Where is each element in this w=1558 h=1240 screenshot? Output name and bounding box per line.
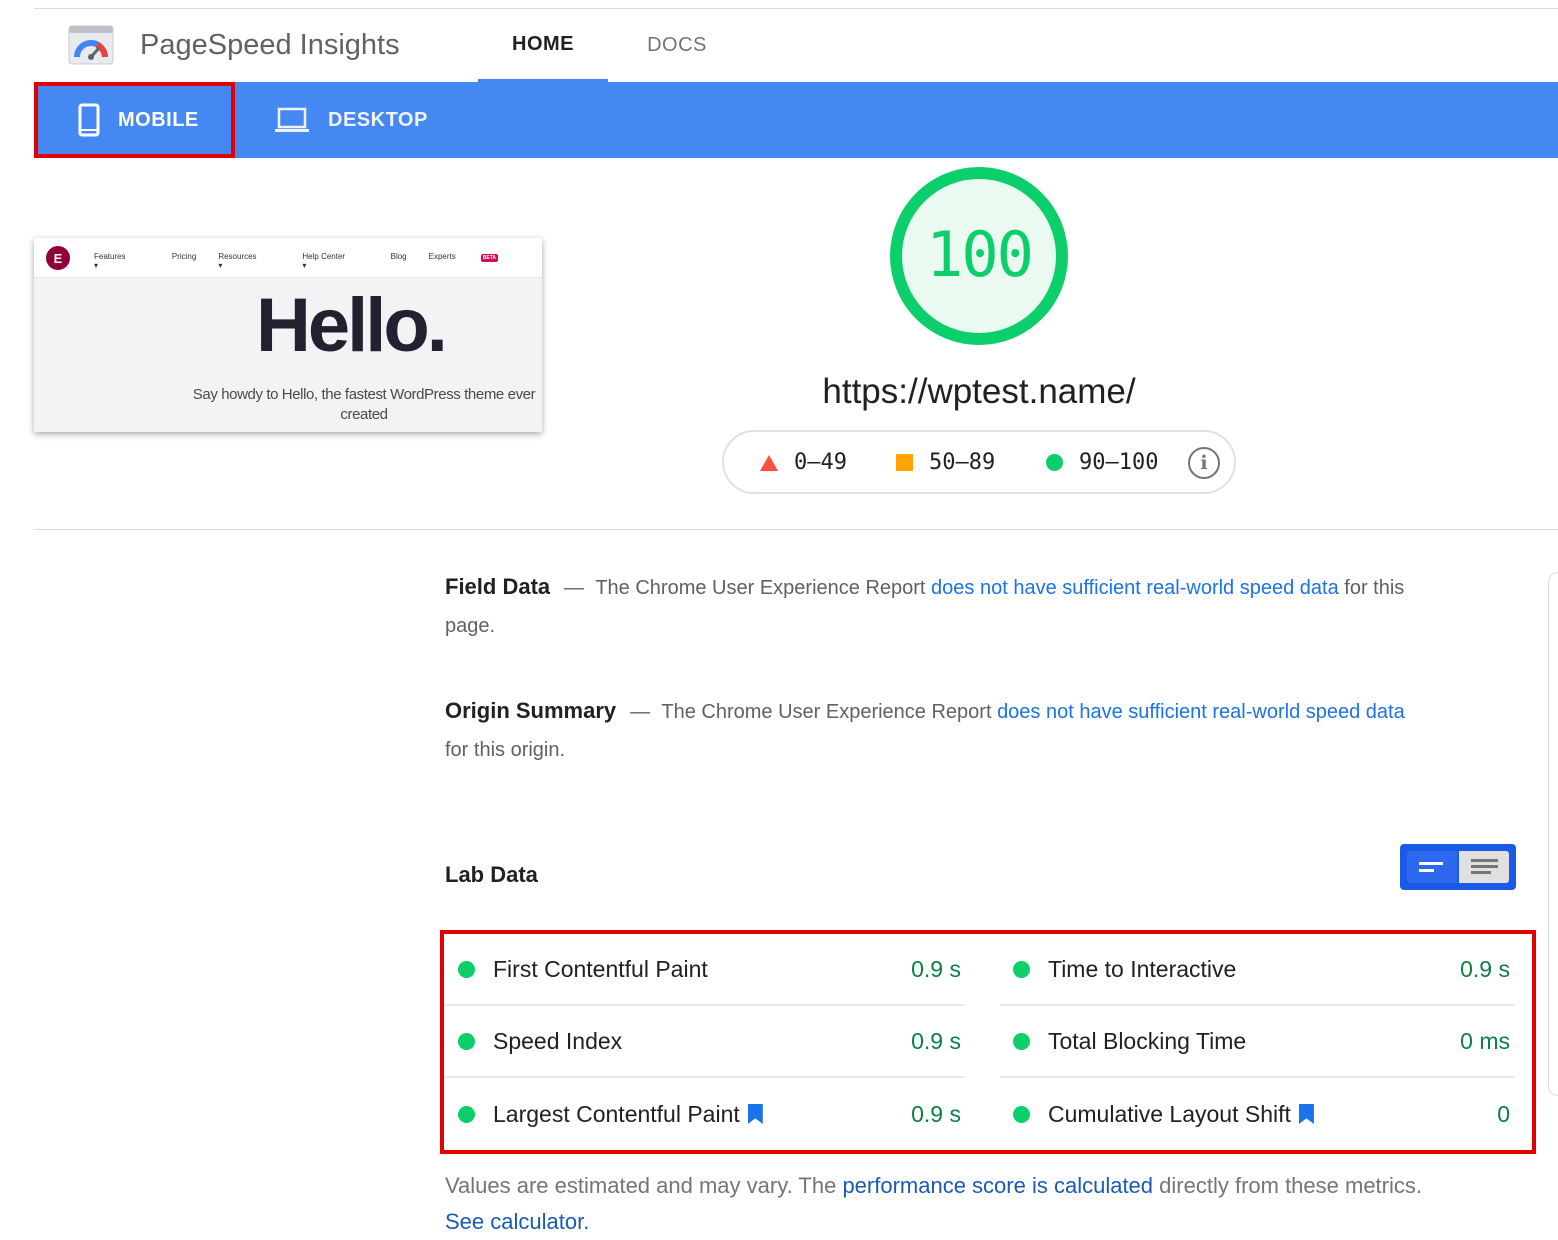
metric-first-contentful-paint: First Contentful Paint 0.9 s bbox=[445, 934, 965, 1006]
app-header: PageSpeed Insights HOME DOCS bbox=[0, 9, 1558, 82]
pass-circle-icon bbox=[458, 961, 475, 978]
metric-value: 0.9 s bbox=[911, 1101, 965, 1128]
preview-nav-item: Help Center ▾ bbox=[302, 252, 368, 270]
metric-value: 0 bbox=[1497, 1101, 1514, 1128]
tab-mobile[interactable]: MOBILE bbox=[34, 82, 235, 158]
tab-desktop[interactable]: DESKTOP bbox=[274, 82, 474, 158]
tab-docs[interactable]: DOCS bbox=[615, 9, 739, 82]
see-calculator-link[interactable]: See calculator. bbox=[445, 1209, 589, 1234]
lab-data-title: Lab Data bbox=[445, 862, 538, 888]
metric-total-blocking-time: Total Blocking Time 0 ms bbox=[1000, 1006, 1514, 1078]
preview-headline: Hello. bbox=[256, 282, 445, 369]
laptop-icon bbox=[274, 106, 310, 134]
page-screenshot-thumbnail: E Features ▾ Pricing Resources ▾ Help Ce… bbox=[34, 238, 542, 432]
pass-circle-icon bbox=[458, 1033, 475, 1050]
metrics-view-toggle[interactable] bbox=[1400, 844, 1516, 890]
preview-nav-item: Features ▾ bbox=[94, 252, 150, 270]
legend-average: 50–89 bbox=[896, 450, 995, 475]
tested-url: https://wptest.name/ bbox=[740, 372, 1218, 412]
origin-summary-link[interactable]: does not have sufficient real-world spee… bbox=[997, 701, 1405, 723]
metric-largest-contentful-paint: Largest Contentful Paint 0.9 s bbox=[445, 1078, 965, 1150]
phone-icon bbox=[78, 103, 100, 137]
preview-nav-item: Resources ▾ bbox=[218, 252, 280, 270]
origin-summary-title: Origin Summary bbox=[445, 698, 616, 723]
preview-tagline: Say howdy to Hello, the fastest WordPres… bbox=[184, 385, 542, 425]
metric-time-to-interactive: Time to Interactive 0.9 s bbox=[1000, 934, 1514, 1006]
lab-metrics-grid: First Contentful Paint 0.9 s Speed Index… bbox=[440, 930, 1536, 1154]
triangle-icon bbox=[760, 455, 778, 471]
metric-value: 0 ms bbox=[1460, 1028, 1514, 1055]
beta-badge: BETA bbox=[481, 254, 498, 262]
pagespeed-logo-icon bbox=[68, 25, 114, 65]
bookmark-icon[interactable] bbox=[748, 1104, 763, 1124]
metric-label: Cumulative Layout Shift bbox=[1048, 1101, 1291, 1128]
metric-cumulative-layout-shift: Cumulative Layout Shift 0 bbox=[1000, 1078, 1514, 1150]
field-data-title: Field Data bbox=[445, 574, 550, 599]
legend-pass: 90–100 bbox=[1046, 450, 1158, 475]
metric-value: 0.9 s bbox=[1460, 956, 1514, 983]
metric-label: Total Blocking Time bbox=[1048, 1028, 1246, 1055]
metric-value: 0.9 s bbox=[911, 1028, 965, 1055]
metric-label: Speed Index bbox=[493, 1028, 622, 1055]
circle-icon bbox=[1046, 454, 1063, 471]
performance-score: 100 bbox=[888, 218, 1070, 291]
preview-nav-item: ExpertsBETA bbox=[429, 252, 520, 270]
elementor-logo-icon: E bbox=[46, 246, 70, 270]
metric-value: 0.9 s bbox=[911, 956, 965, 983]
pass-circle-icon bbox=[1013, 1033, 1030, 1050]
lab-data-footnote: Values are estimated and may vary. The p… bbox=[445, 1168, 1445, 1240]
preview-nav-item: Blog bbox=[391, 252, 407, 270]
expanded-view-button[interactable] bbox=[1459, 851, 1509, 883]
square-icon bbox=[896, 454, 913, 471]
device-tab-bar: MOBILE DESKTOP bbox=[34, 82, 1558, 158]
legend-fail: 0–49 bbox=[760, 450, 847, 475]
score-legend: 0–49 50–89 90–100 i bbox=[722, 430, 1236, 494]
metric-label: Largest Contentful Paint bbox=[493, 1101, 740, 1128]
app-title: PageSpeed Insights bbox=[140, 29, 400, 62]
field-data-link[interactable]: does not have sufficient real-world spee… bbox=[931, 577, 1339, 599]
section-divider bbox=[34, 529, 1558, 530]
tab-desktop-label: DESKTOP bbox=[328, 109, 428, 132]
info-icon[interactable]: i bbox=[1188, 447, 1220, 479]
performance-score-link[interactable]: performance score is calculated bbox=[842, 1173, 1153, 1198]
tab-home[interactable]: HOME bbox=[478, 9, 608, 82]
scroll-edge bbox=[1548, 572, 1558, 1096]
metric-speed-index: Speed Index 0.9 s bbox=[445, 1006, 965, 1078]
pass-circle-icon bbox=[1013, 961, 1030, 978]
tab-mobile-label: MOBILE bbox=[118, 109, 199, 132]
compact-view-button[interactable] bbox=[1407, 851, 1457, 883]
field-data-section: Field Data— The Chrome User Experience R… bbox=[445, 568, 1425, 645]
preview-nav-item: Pricing bbox=[172, 252, 196, 270]
metric-label: Time to Interactive bbox=[1048, 956, 1236, 983]
metric-label: First Contentful Paint bbox=[493, 956, 708, 983]
preview-nav: E Features ▾ Pricing Resources ▾ Help Ce… bbox=[34, 238, 542, 278]
pass-circle-icon bbox=[458, 1106, 475, 1123]
bookmark-icon[interactable] bbox=[1299, 1104, 1314, 1124]
origin-summary-section: Origin Summary— The Chrome User Experien… bbox=[445, 692, 1425, 769]
pass-circle-icon bbox=[1013, 1106, 1030, 1123]
